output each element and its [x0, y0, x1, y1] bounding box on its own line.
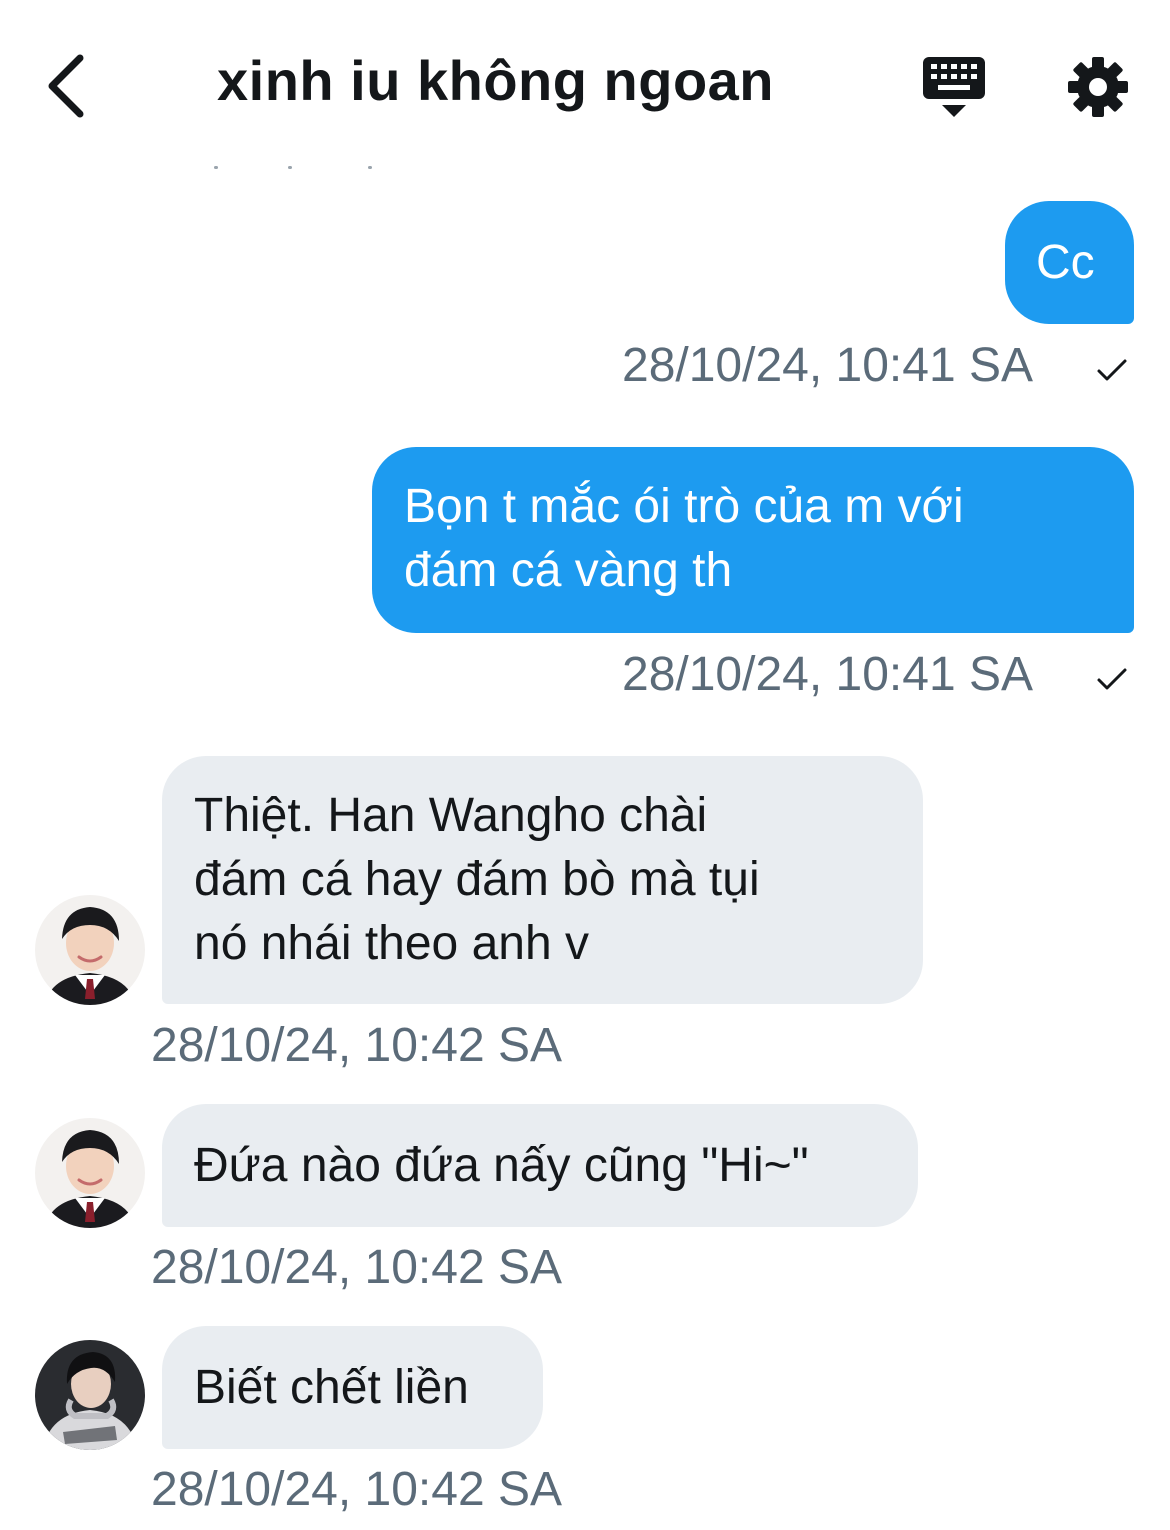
avatar[interactable]: [35, 895, 145, 1005]
message-bubble-incoming[interactable]: Đứa nào đứa nấy cũng "Hi~": [162, 1104, 918, 1227]
avatar[interactable]: [35, 1340, 145, 1450]
message-bubble-incoming[interactable]: Biết chết liền: [162, 1326, 543, 1449]
message-text: Đứa nào đứa nấy cũng "Hi~": [194, 1139, 809, 1192]
conversation-header: xinh iu không ngoan: [0, 0, 1170, 170]
message-text-line: nó nhái theo anh v: [194, 917, 589, 970]
message-text: Cc: [1036, 236, 1095, 289]
message-timestamp: 28/10/24, 10:42 SA: [151, 1241, 562, 1294]
message-timestamp: 28/10/24, 10:42 SA: [151, 1019, 562, 1072]
message-timestamp: 28/10/24, 10:41 SA: [622, 339, 1033, 392]
avatar-user-1: [35, 1118, 145, 1228]
avatar-user-1: [35, 895, 145, 1005]
message-text-line: Thiệt. Han Wangho chài: [194, 789, 708, 842]
conversation-title[interactable]: xinh iu không ngoan: [217, 48, 774, 113]
message-text-line: Bọn t mắc ói trò của m với: [404, 480, 964, 533]
message-text: Biết chết liền: [194, 1361, 469, 1414]
back-button[interactable]: [40, 50, 100, 120]
keyboard-button[interactable]: [920, 55, 988, 119]
gear-icon: [1068, 57, 1128, 117]
settings-button[interactable]: [1066, 55, 1130, 119]
message-timestamp: 28/10/24, 10:42 SA: [151, 1463, 562, 1516]
message-bubble-incoming[interactable]: Thiệt. Han Wangho chài đám cá hay đám bò…: [162, 756, 923, 1004]
avatar[interactable]: [35, 1118, 145, 1228]
message-bubble-outgoing[interactable]: Cc: [1005, 201, 1134, 324]
check-icon: [1097, 668, 1127, 690]
check-icon: [1097, 359, 1127, 381]
message-text-line: đám cá vàng th: [404, 544, 733, 597]
message-timestamp: 28/10/24, 10:41 SA: [622, 648, 1033, 701]
message-bubble-outgoing[interactable]: Bọn t mắc ói trò của m với đám cá vàng t…: [372, 447, 1134, 633]
avatar-user-2: [35, 1340, 145, 1450]
message-text-line: đám cá hay đám bò mà tụi: [194, 853, 760, 906]
chevron-left-icon: [48, 54, 84, 118]
keyboard-icon: [923, 57, 985, 117]
scroll-fade-remnant: [200, 162, 400, 174]
